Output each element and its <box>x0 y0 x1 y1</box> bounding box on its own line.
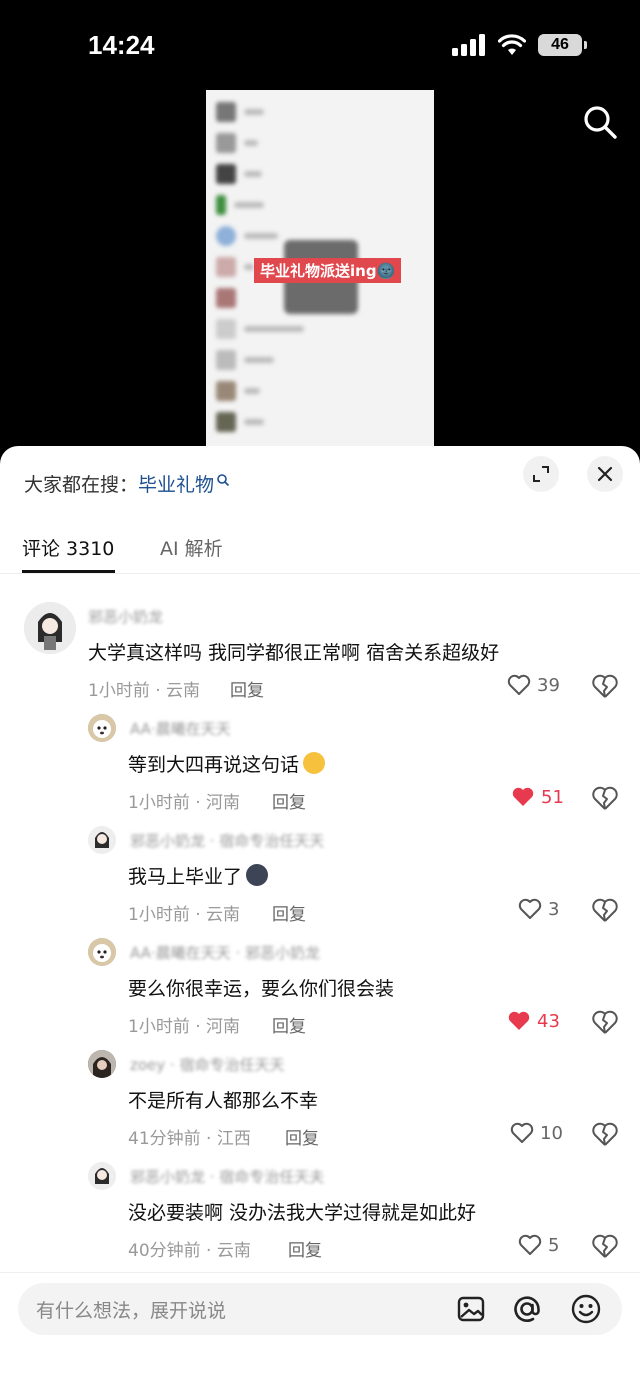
reply-button[interactable]: 回复 <box>272 900 306 925</box>
heart-icon <box>510 1122 534 1143</box>
tab-comments[interactable]: 评论 3310 <box>22 534 114 561</box>
avatar-image <box>88 938 116 966</box>
search-icon[interactable] <box>582 104 618 140</box>
video-preview[interactable]: 毕业礼物派送ing🌚 <box>206 90 434 450</box>
moon-face-emoji-icon <box>246 864 269 886</box>
avatar[interactable] <box>88 826 116 854</box>
avatar[interactable] <box>24 602 76 654</box>
emoji-icon[interactable] <box>570 1293 602 1325</box>
tab-active-indicator <box>22 570 115 573</box>
like-button[interactable]: 39 <box>507 674 560 696</box>
comment-text: 要么你很幸运，要么你们很会装 <box>128 978 395 1000</box>
broken-heart-icon[interactable] <box>592 674 618 700</box>
like-button[interactable]: 51 <box>511 786 564 808</box>
status-bar: 14:24 46 <box>0 0 640 90</box>
reply-button[interactable]: 回复 <box>272 1012 306 1037</box>
like-button[interactable]: 10 <box>510 1122 563 1144</box>
broken-heart-icon[interactable] <box>592 898 618 924</box>
like-count: 3 <box>548 898 560 920</box>
comment-time: 1小时前 · 河南 <box>128 793 241 813</box>
expand-icon <box>533 466 549 482</box>
video-banner: 毕业礼物派送ing🌚 <box>254 258 402 283</box>
comment-username[interactable]: 邪恶小奶龙 <box>88 606 163 626</box>
avatar-image <box>24 602 76 654</box>
like-count: 43 <box>537 1010 560 1032</box>
comment-username[interactable]: AA·晨曦在天天 · 邪恶小奶龙 <box>130 942 320 962</box>
comment-input-bar: 有什么想法，展开说说 <box>0 1272 640 1391</box>
wry-smile-emoji-icon <box>303 752 326 774</box>
like-button[interactable]: 3 <box>518 898 559 920</box>
broken-heart-icon[interactable] <box>592 786 618 812</box>
wifi-icon <box>498 34 526 55</box>
comment-time: 1小时前 · 河南 <box>128 1017 241 1037</box>
avatar-image <box>88 1050 116 1078</box>
hot-search-keyword[interactable]: 毕业礼物 <box>138 474 214 496</box>
status-icons: 46 <box>452 34 587 56</box>
comment-username[interactable]: 邪恶小奶龙 · 宿命专治任天夫 <box>130 1166 324 1186</box>
comment-time: 1小时前 · 云南 <box>128 905 241 925</box>
comment-text: 大学真这样吗 我同学都很正常啊 宿舍关系超级好 <box>88 642 500 664</box>
heart-icon <box>518 1234 542 1255</box>
expand-button[interactable] <box>523 456 559 492</box>
broken-heart-icon[interactable] <box>592 1122 618 1148</box>
reply-button[interactable]: 回复 <box>272 788 306 813</box>
search-icon <box>217 474 230 487</box>
like-count: 51 <box>541 786 564 808</box>
avatar-image <box>88 826 116 854</box>
hot-search[interactable]: 大家都在搜：毕业礼物 <box>24 470 230 497</box>
reply-button[interactable]: 回复 <box>285 1124 319 1149</box>
avatar[interactable] <box>88 938 116 966</box>
comment-text: 不是所有人都那么不幸 <box>128 1090 319 1112</box>
like-count: 5 <box>548 1234 560 1256</box>
close-button[interactable] <box>587 456 623 492</box>
reply-button[interactable]: 回复 <box>230 676 264 701</box>
reply-button[interactable]: 回复 <box>288 1236 322 1261</box>
tab-ai-analysis[interactable]: AI 解析 <box>160 534 223 561</box>
broken-heart-icon[interactable] <box>592 1010 618 1036</box>
heart-icon <box>507 674 531 695</box>
comment-time: 40分钟前 · 云南 <box>128 1241 251 1261</box>
close-icon <box>597 466 613 482</box>
comment-tabs: 评论 3310 AI 解析 <box>0 530 640 574</box>
like-button[interactable]: 5 <box>518 1234 559 1256</box>
avatar-image <box>88 714 116 742</box>
battery-indicator: 46 <box>538 34 587 56</box>
image-icon[interactable] <box>455 1293 487 1325</box>
like-count: 10 <box>540 1122 563 1144</box>
at-mention-icon[interactable] <box>511 1293 543 1325</box>
avatar[interactable] <box>88 1050 116 1078</box>
like-count: 39 <box>537 674 560 696</box>
heart-filled-icon <box>512 787 534 806</box>
comment-text: 我马上毕业了 <box>128 862 269 889</box>
avatar[interactable] <box>88 1162 116 1190</box>
signal-icon <box>452 34 485 56</box>
like-button[interactable]: 43 <box>507 1010 560 1032</box>
avatar-image <box>88 1162 116 1190</box>
comment-text: 没必要装啊 没办法我大学过得就是如此好 <box>128 1202 477 1224</box>
hot-search-prefix: 大家都在搜： <box>24 474 139 496</box>
comment-username[interactable]: AA·晨曦在天天 <box>130 718 231 738</box>
comment-username[interactable]: zoey · 宿命专治任天天 <box>130 1054 284 1074</box>
comment-input-placeholder: 有什么想法，展开说说 <box>36 1300 227 1322</box>
comment-text: 等到大四再说这句话 <box>128 750 326 777</box>
comment-time: 41分钟前 · 江西 <box>128 1129 251 1149</box>
avatar[interactable] <box>88 714 116 742</box>
broken-heart-icon[interactable] <box>592 1234 618 1260</box>
status-time: 14:24 <box>88 30 155 60</box>
heart-filled-icon <box>508 1011 530 1030</box>
comments-sheet: 大家都在搜：毕业礼物 评论 3310 AI 解析 邪恶小奶龙 大学真这样吗 我同… <box>0 446 640 1391</box>
heart-icon <box>518 898 542 919</box>
comment-input[interactable]: 有什么想法，展开说说 <box>18 1283 622 1335</box>
comment-time: 1小时前 · 云南 <box>88 681 201 701</box>
comment-username[interactable]: 邪恶小奶龙 · 宿命专治任天天 <box>130 830 324 850</box>
